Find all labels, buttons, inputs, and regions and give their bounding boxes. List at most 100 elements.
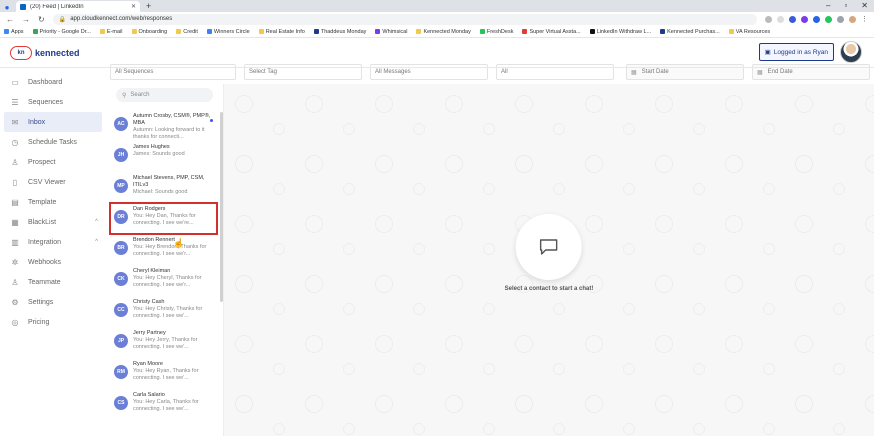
sidebar-item-dashboard[interactable]: ▭ Dashboard (0, 72, 106, 92)
contact-text: Carla Salario You: Hey Carla, Thanks for … (133, 392, 217, 413)
back-icon[interactable]: ← (6, 15, 14, 24)
contact-item[interactable]: JH James Hughes James: Sounds good (106, 141, 223, 172)
contact-search-input[interactable]: ⚲ Search (116, 88, 213, 102)
bookmark-item[interactable]: Real Estate Info (258, 29, 305, 35)
sidebar-item-blacklist[interactable]: ▦ BlackList ^ (0, 212, 106, 232)
bookmark-item[interactable]: VA Resources (728, 29, 770, 35)
sidebar-item-settings[interactable]: ⚙ Settings (0, 292, 106, 312)
contact-last-message: James: Sounds good (133, 151, 185, 157)
chevron-up-icon[interactable]: ^ (95, 239, 98, 245)
sidebar-item-template[interactable]: ▤ Template (0, 192, 106, 212)
end-date-placeholder: End Date (767, 69, 793, 75)
chat-bubble-circle (515, 214, 582, 280)
contact-text: James Hughes James: Sounds good (133, 144, 185, 158)
url-field[interactable]: 🔒 app.cloudkennect.com/web/responses (52, 13, 757, 25)
puzzle-icon[interactable] (837, 15, 844, 23)
sidebar-nav: ▭ Dashboard ☰ Sequences ✉ Inbox ◷ Schedule Task… (0, 68, 106, 436)
contact-item[interactable]: CS Carla Salario You: Hey Carla, Thanks fo… (106, 389, 223, 420)
window-controls: – ▫ ✕ (826, 0, 868, 12)
new-tab-icon[interactable]: + (146, 1, 151, 12)
kennected-logo[interactable]: kn kennected (10, 45, 80, 60)
bookmarks-bar: Apps Priority - Google Dr... E-mail Onboard… (0, 26, 874, 38)
bookmark-item[interactable]: E-mail (99, 29, 123, 35)
logo-mark: kn (10, 45, 32, 60)
contact-name: Ryan Moore (133, 361, 163, 367)
contact-name: Christy Cash (133, 299, 165, 305)
minimize-icon[interactable]: – (826, 0, 830, 12)
bookmark-label: Priority - Google Dr... (39, 28, 91, 35)
mouse-cursor-icon: ☝ (173, 238, 185, 248)
empty-chat-prompt: Select a contact to start a chat! (504, 286, 594, 292)
logo-text: kennected (35, 47, 80, 58)
sidebar-item-schedule-tasks[interactable]: ◷ Schedule Tasks (0, 132, 106, 152)
contact-avatar: BR (114, 241, 128, 255)
contact-item[interactable]: DR Dan Rodgers You: Hey Dan, Thanks for co… (109, 202, 218, 235)
extension-icon[interactable] (825, 15, 832, 23)
sidebar-item-pricing[interactable]: ◎ Pricing (0, 312, 106, 332)
bookmark-item[interactable]: Priority - Google Dr... (32, 28, 91, 35)
bookmark-item[interactable]: Kennected Purchas... (660, 29, 720, 35)
sidebar-item-integration[interactable]: ▥ Integration ^ (0, 232, 106, 252)
user-avatar[interactable] (840, 41, 862, 63)
star-icon[interactable] (777, 15, 784, 23)
bookmark-item[interactable]: Credit (176, 29, 198, 35)
url-text: app.cloudkennect.com/web/responses (70, 16, 173, 22)
reload-icon[interactable]: ↻ (38, 15, 45, 24)
bookmark-item[interactable]: LinkedIn Withdraw L... (589, 28, 652, 35)
contact-item[interactable]: RM Ryan Moore You: Hey Ryan, Thanks for co… (106, 358, 223, 389)
bookmark-icon (176, 29, 182, 34)
maximize-icon[interactable]: ▫ (844, 0, 847, 12)
extension-icon[interactable] (789, 15, 796, 23)
sidebar-item-csv-viewer[interactable]: ▯ CSV Viewer (0, 172, 106, 192)
extensions-bar: ⋮ (765, 15, 868, 23)
extension-icon[interactable] (813, 15, 820, 23)
key-icon[interactable] (765, 15, 772, 23)
sidebar-item-label: CSV Viewer (28, 178, 66, 186)
bookmark-item[interactable]: FreshDesk (479, 29, 513, 35)
menu-icon[interactable]: ⋮ (861, 15, 868, 23)
clock-icon: ◷ (11, 137, 19, 147)
contact-avatar: RM (114, 365, 128, 379)
contact-item[interactable]: CC Christy Cash You: Hey Christy, Thanks f… (106, 296, 223, 327)
contact-name: Carla Salario (133, 392, 165, 398)
sidebar-item-label: Teammate (28, 278, 61, 286)
sidebar-item-webhooks[interactable]: ✲ Webhooks (0, 252, 106, 272)
chevron-up-icon[interactable]: ^ (95, 219, 98, 225)
bookmark-item[interactable]: Apps (4, 29, 24, 35)
sidebar-item-sequences[interactable]: ☰ Sequences (0, 92, 106, 112)
bookmark-item[interactable]: Whimsical (375, 29, 407, 35)
search-icon: ⚲ (122, 92, 127, 99)
bookmark-icon (479, 29, 485, 34)
window-close-icon[interactable]: ✕ (861, 0, 868, 12)
sidebar-item-prospect[interactable]: ♙ Prospect (0, 152, 106, 172)
contact-item[interactable]: CK Cheryl Kleiman You: Hey Cheryl, Thanks … (106, 265, 223, 296)
contact-item[interactable]: BR Brendon Rennert You: Hey Brendon, Thank… (106, 234, 223, 265)
logged-in-button[interactable]: ▣ Logged in as Ryan (758, 43, 834, 61)
bookmark-label: LinkedIn Withdraw L... (596, 28, 652, 35)
browser-tab-title: (20) Feed | LinkedIn (30, 3, 84, 10)
bookmark-item[interactable]: Super Virtual Assta... (522, 29, 581, 35)
bookmark-item[interactable]: Kennected Monday (416, 28, 471, 35)
extension-icon[interactable] (801, 15, 808, 23)
browser-tab[interactable]: (20) Feed | LinkedIn ✕ (16, 1, 140, 12)
browser-profile-icon[interactable]: ● (2, 2, 12, 12)
bookmark-item[interactable]: Onboarding (131, 29, 167, 35)
contact-item[interactable]: JP Jerry Partney You: Hey Jerry, Thanks fo… (106, 327, 223, 358)
sidebar-item-inbox[interactable]: ✉ Inbox (4, 112, 102, 132)
bookmark-label: Kennected Monday (423, 28, 471, 35)
bookmark-icon (728, 29, 734, 34)
bookmark-icon (32, 29, 38, 34)
contact-text: Michael Stevens, PMP, CSM, ITILv3 Michael… (133, 175, 217, 196)
blacklist-icon: ▦ (11, 217, 19, 227)
tab-close-icon[interactable]: ✕ (131, 3, 136, 10)
forward-icon[interactable]: → (22, 15, 30, 24)
bookmark-icon (660, 29, 666, 34)
inbox-icon: ✉ (11, 117, 19, 127)
contact-item[interactable]: AC Autumn Crosby, CSM®, PMP®, MBA Autumn: … (106, 110, 223, 141)
bookmark-item[interactable]: Thaddeus Monday (313, 29, 366, 35)
profile-avatar-icon[interactable] (849, 15, 856, 23)
bookmark-item[interactable]: Winners Circle (206, 29, 250, 35)
sidebar-item-teammate[interactable]: ♙ Teammate (0, 272, 106, 292)
webhook-icon: ✲ (11, 257, 19, 267)
contact-item[interactable]: MP Michael Stevens, PMP, CSM, ITILv3 Micha… (106, 172, 223, 203)
